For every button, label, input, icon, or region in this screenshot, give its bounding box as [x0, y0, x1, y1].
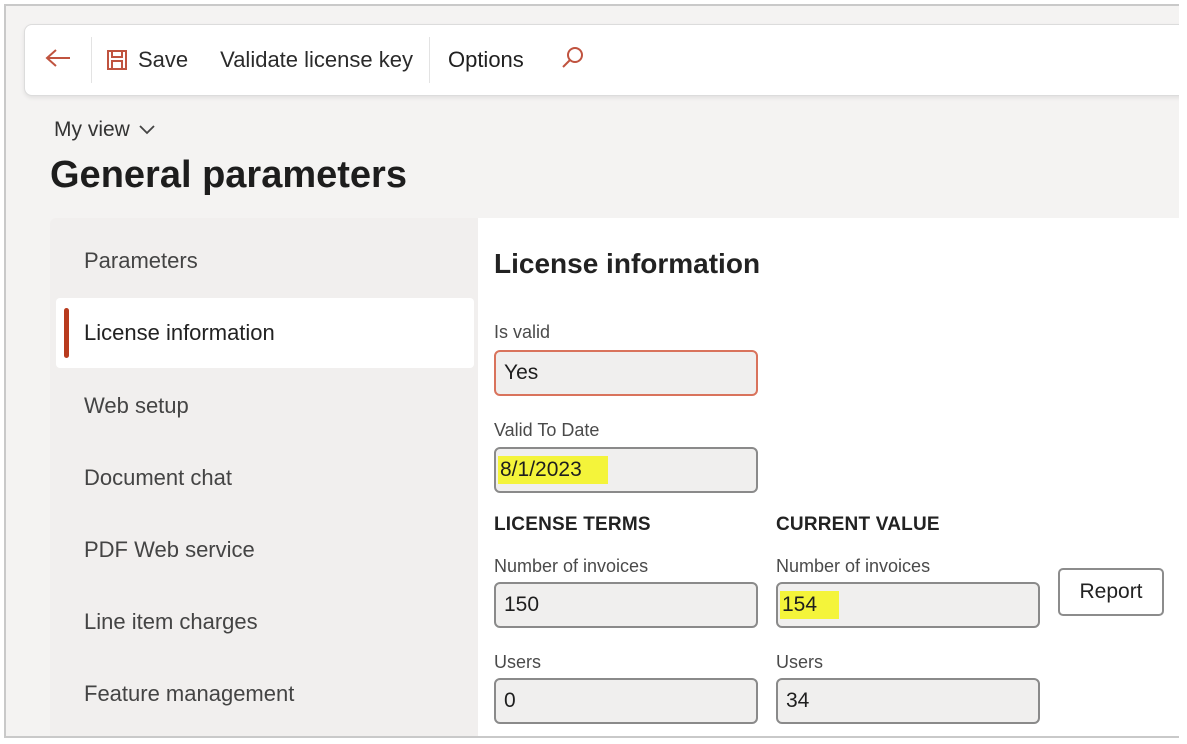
nav-item-label: Document chat [84, 465, 232, 490]
nav-item-label: License information [84, 320, 275, 345]
save-label: Save [138, 47, 189, 72]
nav-item-license-information[interactable]: License information [56, 298, 474, 368]
current-invoices-value: 154 [780, 591, 840, 619]
valid-to-date-value: 8/1/2023 [498, 456, 608, 484]
nav-item-document-chat[interactable]: Document chat [56, 443, 474, 513]
options-button[interactable]: Options [430, 25, 542, 95]
nav-item-parameters[interactable]: Parameters [56, 226, 474, 296]
parameters-nav: Parameters License information Web setup… [50, 218, 478, 736]
nav-item-feature-management[interactable]: Feature management [56, 659, 474, 729]
options-label: Options [447, 47, 524, 72]
current-users-value: 34 [786, 689, 810, 712]
my-view-selector[interactable]: My view [54, 118, 156, 142]
validate-license-key-button[interactable]: Validate license key [204, 25, 429, 95]
is-valid-value: Yes [504, 361, 539, 384]
terms-invoices-label: Number of invoices [494, 556, 649, 576]
nav-item-pdf-web-service[interactable]: PDF Web service [56, 515, 474, 585]
terms-invoices-value: 150 [504, 593, 540, 616]
valid-to-date-label: Valid To Date [494, 420, 600, 440]
current-invoices-label: Number of invoices [776, 556, 931, 576]
app-frame: Save Validate license key Options My vie… [4, 4, 1179, 738]
search-button[interactable] [542, 25, 604, 95]
nav-item-label: PDF Web service [84, 537, 255, 562]
nav-item-label: Feature management [84, 681, 295, 706]
current-users-label: Users [776, 652, 824, 672]
chevron-down-icon [138, 124, 156, 136]
report-button[interactable]: Report [1058, 568, 1164, 616]
current-invoices-field[interactable]: 154 [776, 582, 1040, 628]
my-view-label: My view [54, 118, 130, 141]
search-icon [560, 45, 586, 76]
terms-users-value: 0 [504, 689, 516, 712]
nav-item-label: Line item charges [84, 609, 258, 634]
terms-users-label: Users [494, 652, 542, 672]
back-arrow-icon [44, 47, 72, 74]
section-title: License information [494, 248, 761, 279]
license-terms-heading: LICENSE TERMS [494, 514, 651, 535]
nav-item-web-setup[interactable]: Web setup [56, 371, 474, 441]
report-label: Report [1079, 580, 1143, 603]
nav-item-label: Parameters [84, 248, 198, 273]
action-toolbar: Save Validate license key Options [24, 24, 1179, 96]
current-value-heading: CURRENT VALUE [776, 514, 940, 535]
nav-item-label: Web setup [84, 393, 189, 418]
is-valid-field[interactable]: Yes [494, 350, 758, 396]
save-button[interactable]: Save [92, 25, 204, 95]
active-indicator [64, 308, 69, 358]
nav-item-line-item-charges[interactable]: Line item charges [56, 587, 474, 657]
save-icon [106, 49, 128, 71]
license-information-panel: License information Is valid Yes Valid T… [478, 218, 1179, 736]
is-valid-label: Is valid [494, 322, 551, 342]
terms-invoices-field[interactable]: 150 [494, 582, 758, 628]
validate-label: Validate license key [220, 47, 413, 72]
valid-to-date-field[interactable]: 8/1/2023 [494, 447, 758, 493]
page-title: General parameters [50, 154, 407, 196]
back-button[interactable] [25, 25, 91, 95]
terms-users-field[interactable]: 0 [494, 678, 758, 724]
current-users-field[interactable]: 34 [776, 678, 1040, 724]
